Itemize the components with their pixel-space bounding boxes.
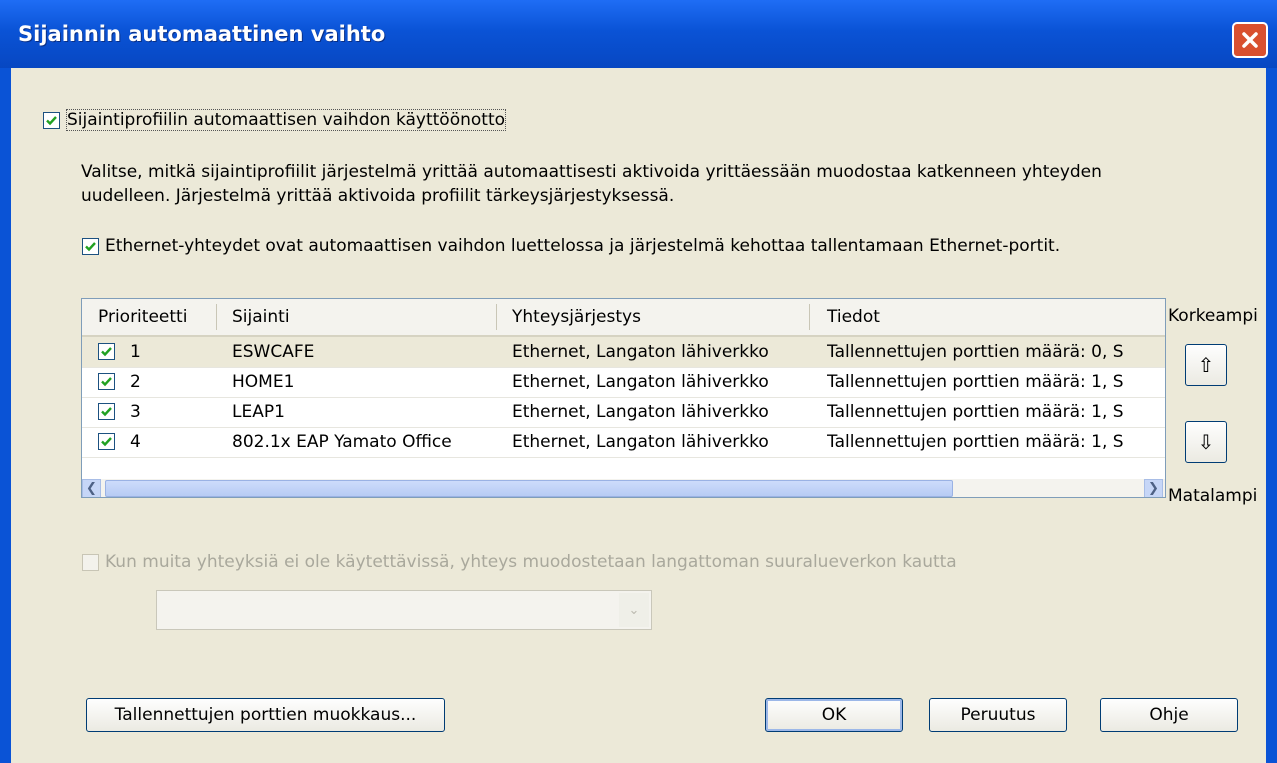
table-row[interactable]: 4 802.1x EAP Yamato Office Ethernet, Lan… — [82, 427, 1165, 458]
table-row[interactable]: 1 ESWCAFE Ethernet, Langaton lähiverkko … — [82, 337, 1165, 368]
wwan-checkbox[interactable] — [82, 554, 99, 571]
description-line-2: uudelleen. Järjestelmä yrittää aktivoida… — [81, 186, 675, 206]
higher-priority-label: Korkeampi — [1168, 306, 1258, 326]
checkmark-icon — [101, 347, 112, 357]
row-checkbox[interactable] — [98, 343, 115, 360]
column-header-location[interactable]: Sijainti — [232, 307, 290, 327]
order-cell: Ethernet, Langaton lähiverkko — [512, 402, 769, 422]
column-divider[interactable] — [809, 304, 810, 330]
title-bar[interactable]: Sijainnin automaattinen vaihto — [0, 0, 1277, 68]
dialog-client-area: Sijaintiprofiilin automaattisen vaihdon … — [11, 68, 1266, 763]
edit-saved-ports-label: Tallennettujen porttien muokkaus... — [114, 705, 417, 725]
cancel-button[interactable]: Peruutus — [929, 698, 1067, 732]
location-cell: ESWCAFE — [232, 342, 315, 362]
order-cell: Ethernet, Langaton lähiverkko — [512, 372, 769, 392]
scrollbar-thumb[interactable] — [105, 480, 953, 497]
priority-cell: 4 — [130, 432, 141, 452]
location-profiles-table[interactable]: Prioriteetti Sijainti Yhteysjärjestys Ti… — [81, 298, 1166, 498]
close-icon — [1242, 32, 1258, 48]
priority-cell: 3 — [130, 402, 141, 422]
chevron-down-icon: ⌄ — [628, 602, 640, 618]
wwan-profile-dropdown[interactable]: ⌄ — [156, 590, 652, 630]
column-divider[interactable] — [496, 304, 497, 330]
info-cell: Tallennettujen porttien määrä: 1, S — [827, 372, 1124, 392]
column-divider[interactable] — [216, 304, 217, 330]
checkmark-icon — [101, 377, 112, 387]
location-cell: HOME1 — [232, 372, 295, 392]
checkmark-icon — [101, 407, 112, 417]
arrow-down-icon: ⇩ — [1197, 430, 1215, 454]
info-cell: Tallennettujen porttien määrä: 1, S — [827, 402, 1124, 422]
close-button[interactable] — [1232, 22, 1268, 58]
priority-cell: 2 — [130, 372, 141, 392]
arrow-up-icon: ⇧ — [1197, 353, 1215, 377]
ok-label: OK — [821, 705, 847, 725]
window-title: Sijainnin automaattinen vaihto — [18, 22, 386, 46]
location-cell: LEAP1 — [232, 402, 285, 422]
info-cell: Tallennettujen porttien määrä: 1, S — [827, 432, 1124, 452]
enable-autoswitch-label[interactable]: Sijaintiprofiilin automaattisen vaihdon … — [65, 109, 507, 131]
move-down-button[interactable]: ⇩ — [1185, 421, 1227, 463]
chevron-left-icon: ❮ — [86, 481, 97, 496]
wwan-checkbox-label: Kun muita yhteyksiä ei ole käytettävissä… — [105, 552, 957, 572]
enable-autoswitch-checkbox[interactable] — [43, 112, 60, 129]
description-line-1: Valitse, mitkä sijaintiprofiilit järjest… — [81, 162, 1102, 182]
row-checkbox[interactable] — [98, 373, 115, 390]
ok-button[interactable]: OK — [765, 698, 903, 732]
table-header: Prioriteetti Sijainti Yhteysjärjestys Ti… — [82, 299, 1165, 337]
table-row[interactable]: 3 LEAP1 Ethernet, Langaton lähiverkko Ta… — [82, 397, 1165, 428]
scroll-right-button[interactable]: ❯ — [1144, 479, 1163, 497]
edit-saved-ports-button[interactable]: Tallennettujen porttien muokkaus... — [86, 698, 445, 732]
ethernet-checkbox-label[interactable]: Ethernet-yhteydet ovat automaattisen vai… — [105, 236, 1060, 256]
table-row[interactable]: 2 HOME1 Ethernet, Langaton lähiverkko Ta… — [82, 367, 1165, 398]
horizontal-scrollbar[interactable]: ❮ ❯ — [82, 479, 1165, 497]
row-checkbox[interactable] — [98, 403, 115, 420]
checkmark-icon — [46, 116, 57, 126]
move-up-button[interactable]: ⇧ — [1185, 344, 1227, 386]
cancel-label: Peruutus — [960, 705, 1036, 725]
location-cell: 802.1x EAP Yamato Office — [232, 432, 452, 452]
lower-priority-label: Matalampi — [1168, 486, 1258, 506]
chevron-right-icon: ❯ — [1148, 481, 1159, 496]
help-label: Ohje — [1149, 705, 1189, 725]
dropdown-arrow[interactable]: ⌄ — [619, 593, 649, 627]
column-header-order[interactable]: Yhteysjärjestys — [512, 307, 641, 327]
help-button[interactable]: Ohje — [1100, 698, 1238, 732]
checkmark-icon — [101, 437, 112, 447]
priority-cell: 1 — [130, 342, 141, 362]
checkmark-icon — [85, 242, 96, 252]
row-checkbox[interactable] — [98, 433, 115, 450]
info-cell: Tallennettujen porttien määrä: 0, S — [827, 342, 1124, 362]
column-header-priority[interactable]: Prioriteetti — [98, 307, 187, 327]
scroll-left-button[interactable]: ❮ — [82, 479, 101, 497]
order-cell: Ethernet, Langaton lähiverkko — [512, 342, 769, 362]
ethernet-checkbox[interactable] — [82, 238, 99, 255]
column-header-info[interactable]: Tiedot — [827, 307, 880, 327]
dialog-window: Sijainnin automaattinen vaihto Sijaintip… — [0, 0, 1277, 763]
order-cell: Ethernet, Langaton lähiverkko — [512, 432, 769, 452]
